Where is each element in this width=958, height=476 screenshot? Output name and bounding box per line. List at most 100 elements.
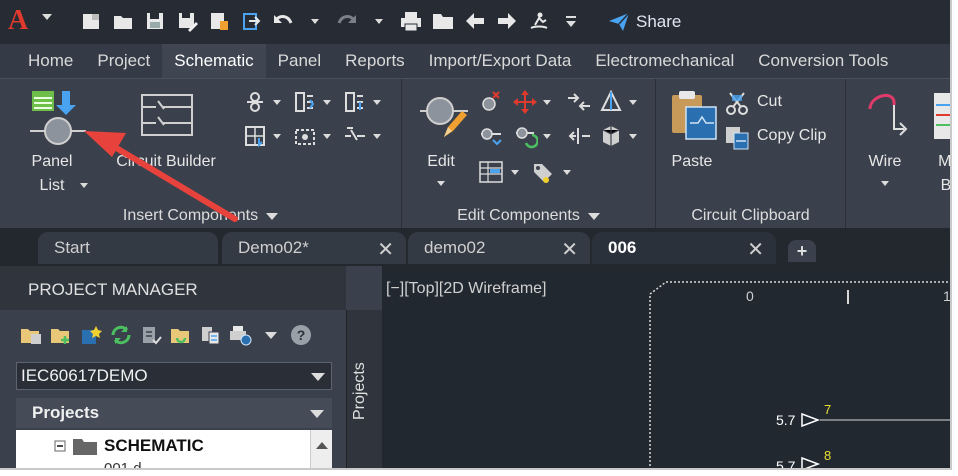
- toggle-no-nc-dropdown-icon[interactable]: [618, 123, 648, 149]
- doc-tab-start[interactable]: Start: [38, 232, 218, 264]
- edit-wire-numbers-dropdown-icon[interactable]: [500, 159, 530, 185]
- tab-schematic[interactable]: Schematic: [162, 44, 266, 78]
- tree-item-schematic[interactable]: SCHEMATIC: [54, 436, 204, 456]
- back-icon[interactable]: [462, 8, 488, 34]
- cut-button[interactable]: Cut: [724, 91, 834, 117]
- insert-contact-dropdown-icon[interactable]: [362, 123, 392, 149]
- close-icon[interactable]: ✕: [747, 237, 764, 262]
- quick-access-toolbar: A Share: [0, 0, 950, 44]
- forward-icon[interactable]: [494, 8, 520, 34]
- doc-tab-demo02-modified[interactable]: Demo02* ✕: [222, 232, 406, 264]
- projects-section-header[interactable]: Projects: [16, 398, 332, 428]
- project-manager-toolbar: ?: [18, 322, 314, 348]
- projects-side-tab-label: Projects: [351, 362, 368, 420]
- copy-component-icon[interactable]: [476, 123, 506, 149]
- publish-print-icon[interactable]: [228, 322, 254, 348]
- app-logo[interactable]: A: [8, 4, 28, 38]
- doc-tab-demo02-modified-label: Demo02*: [238, 238, 309, 257]
- project-task-list-icon[interactable]: [138, 322, 164, 348]
- ruler-mark-0: 0: [746, 288, 754, 304]
- folder-icon: [73, 439, 97, 455]
- redo-dropdown-icon[interactable]: [366, 8, 392, 34]
- edit-button[interactable]: Edit: [416, 87, 476, 197]
- close-icon[interactable]: ✕: [377, 237, 394, 262]
- ruler-mark-2: 1: [943, 288, 951, 304]
- project-select[interactable]: IEC60617DEMO: [16, 362, 332, 390]
- help-icon[interactable]: ?: [288, 322, 314, 348]
- workspace-icon[interactable]: [526, 8, 552, 34]
- new-drawing-icon[interactable]: [78, 322, 104, 348]
- rotate-component-dropdown-icon[interactable]: [532, 123, 562, 149]
- app-menu-caret-icon[interactable]: [42, 14, 52, 20]
- swap-icon[interactable]: [564, 89, 594, 115]
- copy-clip-button[interactable]: Copy Clip: [724, 125, 844, 151]
- folder-icon[interactable]: [430, 8, 456, 34]
- wire-reference[interactable]: 5.7: [776, 458, 795, 468]
- tab-import-export-data[interactable]: Import/Export Data: [417, 44, 584, 78]
- drawing-border: [649, 281, 950, 468]
- tab-reports[interactable]: Reports: [333, 44, 417, 78]
- scoot-icon[interactable]: [564, 123, 594, 149]
- new-icon[interactable]: [78, 8, 104, 34]
- qat-customize-dropdown-icon[interactable]: [558, 8, 584, 34]
- insert-terminal-dropdown-icon[interactable]: [312, 89, 342, 115]
- multi-bus-label-2: B: [940, 177, 952, 194]
- scroll-up-icon[interactable]: [316, 442, 328, 449]
- qat-icon-group: [78, 8, 584, 34]
- publish-icon[interactable]: [206, 8, 232, 34]
- save-as-icon[interactable]: [174, 8, 200, 34]
- redo-icon[interactable]: [334, 8, 360, 34]
- doc-tab-demo02[interactable]: demo02 ✕: [408, 232, 590, 264]
- close-icon[interactable]: ✕: [561, 237, 578, 262]
- doc-tab-006-label: 006: [608, 238, 637, 257]
- edit-components-title: Edit Components: [457, 207, 580, 224]
- save-icon[interactable]: [142, 8, 168, 34]
- refresh-icon[interactable]: [108, 322, 134, 348]
- attribute-dropdown-icon[interactable]: [552, 159, 582, 185]
- new-project-icon[interactable]: [48, 322, 74, 348]
- project-wide-utilities-icon[interactable]: [198, 322, 224, 348]
- insert-connector-dropdown-icon[interactable]: [362, 89, 392, 115]
- new-tab-plus-icon[interactable]: +: [788, 240, 816, 262]
- edit-dropdown-icon[interactable]: [437, 181, 445, 186]
- doc-tab-006[interactable]: 006 ✕: [592, 232, 776, 264]
- project-wide-update-icon[interactable]: [168, 322, 194, 348]
- tab-electromechanical[interactable]: Electromechanical: [583, 44, 746, 78]
- copy-clip-label: Copy Clip: [757, 127, 827, 144]
- tab-panel[interactable]: Panel: [266, 44, 333, 78]
- tab-project[interactable]: Project: [85, 44, 162, 78]
- wire-reference[interactable]: 5.7: [776, 412, 795, 428]
- undo-dropdown-icon[interactable]: [302, 8, 328, 34]
- move-component-dropdown-icon[interactable]: [532, 89, 562, 115]
- tree-item-drawing[interactable]: 001 d: [104, 460, 142, 468]
- open-project-icon[interactable]: [18, 322, 44, 348]
- collapse-icon[interactable]: [54, 440, 66, 452]
- drawing-viewport[interactable]: [−][Top][2D Wireframe] 0 1 5.7 7 5.7 8: [382, 266, 951, 468]
- share-icon: [609, 12, 630, 31]
- share-button[interactable]: Share: [608, 8, 681, 36]
- open-icon[interactable]: [110, 8, 136, 34]
- delete-component-icon[interactable]: [476, 89, 506, 115]
- edit-label: Edit: [427, 153, 455, 170]
- insert-wire-number-dropdown-icon[interactable]: [262, 89, 292, 115]
- align-dropdown-icon[interactable]: [618, 89, 648, 115]
- multi-bus-button[interactable]: Mul B: [926, 87, 952, 197]
- tree-item-schematic-label: SCHEMATIC: [104, 436, 204, 455]
- svg-text:?: ?: [297, 327, 306, 343]
- publish-dropdown-icon[interactable]: [258, 322, 284, 348]
- print-icon[interactable]: [398, 8, 424, 34]
- cut-label: Cut: [757, 93, 782, 110]
- insert-ladder-dropdown-icon[interactable]: [312, 123, 342, 149]
- tree-scrollbar[interactable]: [310, 430, 332, 468]
- paste-button[interactable]: Paste: [664, 87, 724, 197]
- export-icon[interactable]: [238, 8, 264, 34]
- tab-conversion-tools[interactable]: Conversion Tools: [746, 44, 900, 78]
- projects-side-tab[interactable]: Projects: [346, 310, 382, 468]
- tab-home[interactable]: Home: [0, 44, 85, 78]
- wire-number[interactable]: 8: [824, 448, 831, 463]
- wire-dropdown-icon[interactable]: [881, 181, 889, 186]
- undo-icon[interactable]: [270, 8, 296, 34]
- panel-title-edit-components[interactable]: Edit Components: [402, 203, 655, 229]
- wire-number[interactable]: 7: [824, 402, 831, 417]
- wire-button[interactable]: Wire: [860, 87, 916, 197]
